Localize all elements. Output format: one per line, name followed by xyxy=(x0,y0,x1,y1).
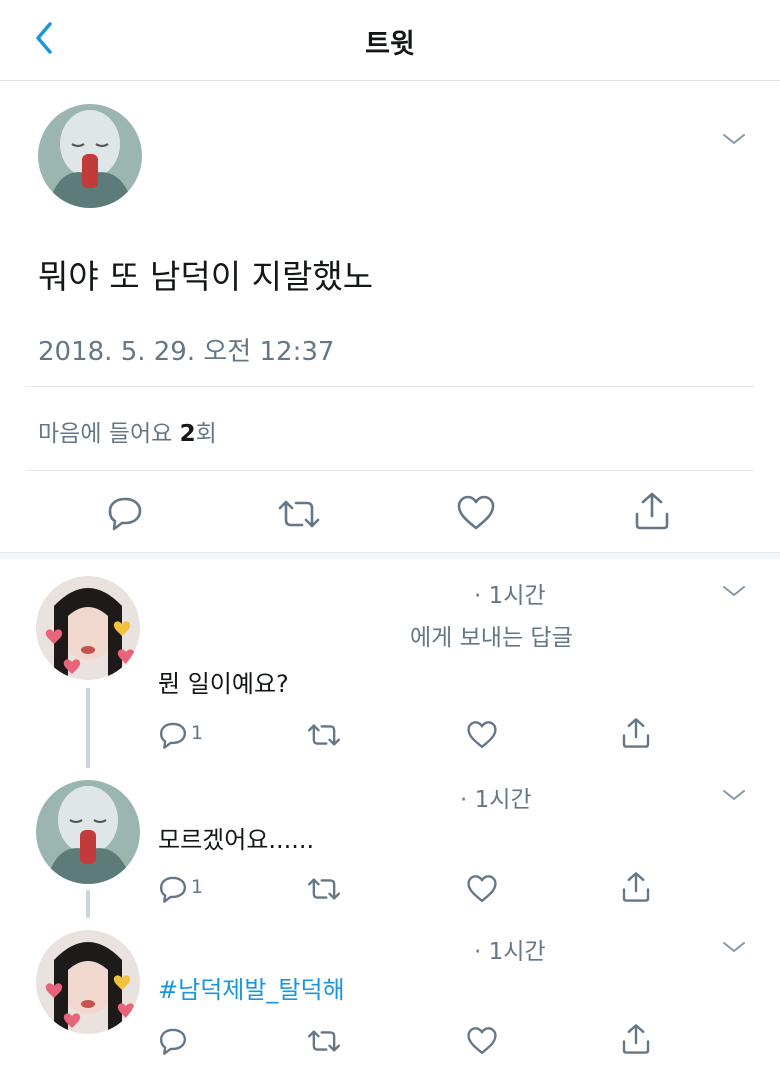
reply-time: · 1시간 xyxy=(460,787,532,813)
thread-line xyxy=(86,688,90,768)
replying-to: 에게 보내는 답글 xyxy=(410,625,573,651)
reply-icon xyxy=(108,497,142,531)
reply-button[interactable] xyxy=(158,1026,188,1056)
reply-count: 1 xyxy=(191,876,204,898)
retweet-button[interactable] xyxy=(306,722,342,748)
hashtag-link[interactable]: #남덕제발_탈덕해 xyxy=(158,970,345,1005)
app-header: 트윗 xyxy=(0,0,780,81)
like-button[interactable] xyxy=(456,494,496,532)
share-icon xyxy=(622,1024,650,1054)
likes-label: 마음에 들어요 xyxy=(38,421,180,447)
reply-time: · 1시간 xyxy=(474,583,546,609)
likes-suffix: 회 xyxy=(195,421,217,447)
share-button[interactable] xyxy=(620,870,652,904)
reply-menu-button[interactable] xyxy=(720,582,748,600)
reply-time: · 1시간 xyxy=(474,939,546,965)
divider xyxy=(26,386,754,387)
chevron-down-icon xyxy=(723,942,745,953)
retweet-icon xyxy=(307,724,341,746)
avatar[interactable] xyxy=(36,576,140,680)
heart-icon xyxy=(467,875,497,903)
reply-icon xyxy=(159,722,187,749)
reply-icon xyxy=(159,1028,187,1055)
likes-count: 2 xyxy=(179,421,196,447)
thread-line xyxy=(86,890,90,918)
retweet-icon xyxy=(278,500,320,528)
retweet-button[interactable] xyxy=(306,876,342,902)
share-icon xyxy=(635,492,669,530)
reply-count: 1 xyxy=(191,722,204,744)
chevron-down-icon xyxy=(723,134,745,145)
likes-summary[interactable]: 마음에 들어요 2회 xyxy=(38,414,217,448)
tweet-text: 뭐야 또 남덕이 지랄했노 xyxy=(38,257,374,296)
reply-text: 뭔 일이예요? xyxy=(158,670,289,698)
avatar[interactable] xyxy=(36,780,140,884)
heart-icon xyxy=(467,1027,497,1055)
heart-icon xyxy=(467,721,497,749)
share-icon xyxy=(622,872,650,902)
tweet-menu-button[interactable] xyxy=(720,130,748,148)
retweet-icon xyxy=(307,1030,341,1052)
reply-menu-button[interactable] xyxy=(720,786,748,804)
heart-icon xyxy=(457,495,495,530)
like-button[interactable] xyxy=(466,720,498,750)
page-title: 트윗 xyxy=(365,29,415,60)
avatar[interactable] xyxy=(36,930,140,1034)
retweet-icon xyxy=(307,878,341,900)
avatar[interactable] xyxy=(38,104,142,208)
section-separator xyxy=(0,552,780,559)
share-button[interactable] xyxy=(620,716,652,750)
reply-icon xyxy=(159,876,187,903)
tweet-timestamp: 2018. 5. 29. 오전 12:37 xyxy=(38,337,335,367)
share-button[interactable] xyxy=(632,490,672,532)
reply-button[interactable]: 1 xyxy=(158,874,218,904)
reply-button[interactable] xyxy=(106,494,144,532)
share-button[interactable] xyxy=(620,1022,652,1056)
divider xyxy=(26,470,754,471)
reply-button[interactable]: 1 xyxy=(158,720,218,750)
reply-menu-button[interactable] xyxy=(720,938,748,956)
like-button[interactable] xyxy=(466,1026,498,1056)
chevron-down-icon xyxy=(723,586,745,597)
share-icon xyxy=(622,718,650,748)
like-button[interactable] xyxy=(466,874,498,904)
retweet-button[interactable] xyxy=(276,498,322,530)
retweet-button[interactable] xyxy=(306,1028,342,1054)
chevron-down-icon xyxy=(723,790,745,801)
reply-text: 모르겠어요...... xyxy=(158,826,315,854)
